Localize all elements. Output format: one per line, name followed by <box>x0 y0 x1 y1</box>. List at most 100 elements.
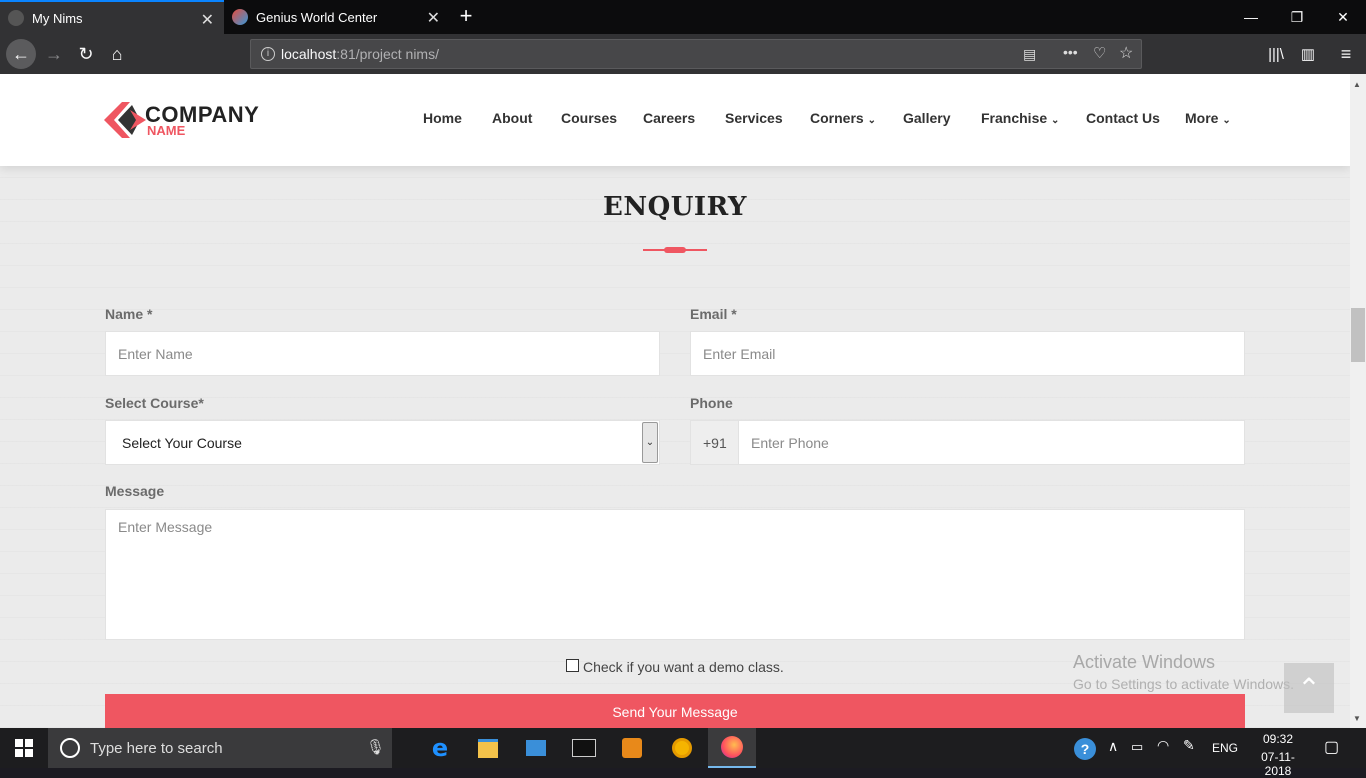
nav-gallery[interactable]: Gallery <box>903 110 950 126</box>
close-icon[interactable]: ✕ <box>201 10 214 30</box>
window-close-icon[interactable]: ✕ <box>1320 0 1366 34</box>
file-explorer-icon[interactable] <box>464 728 512 768</box>
chevron-down-icon[interactable]: ⌄ <box>642 422 658 463</box>
chevron-down-icon: ⌄ <box>867 115 876 126</box>
back-to-top-button[interactable]: ⌃ <box>1284 663 1334 713</box>
demo-checkbox[interactable] <box>566 659 579 672</box>
site-header: COMPANY NAME Home About Courses Careers … <box>0 74 1350 166</box>
url-bar[interactable]: i localhost:81/project nims/ ▤ ••• ♡ ☆ <box>250 39 1142 69</box>
scroll-down-icon[interactable]: ▼ <box>1353 714 1361 723</box>
minimize-icon[interactable]: — <box>1228 0 1274 34</box>
globe-icon <box>8 10 24 26</box>
url-path: :81/project nims/ <box>336 46 439 62</box>
phone-input[interactable]: Enter Phone <box>738 420 1245 465</box>
pocket-icon[interactable]: ♡ <box>1093 44 1106 62</box>
title-divider-dot <box>664 247 686 253</box>
tab-title: Genius World Center <box>256 9 378 25</box>
demo-checkbox-label: Check if you want a demo class. <box>583 659 784 675</box>
menu-hamburger-icon[interactable]: ≡ <box>1332 40 1360 68</box>
terminal-icon[interactable] <box>560 728 608 768</box>
web-page: COMPANY NAME Home About Courses Careers … <box>0 74 1350 728</box>
help-icon[interactable]: ? <box>1074 738 1096 760</box>
phone-label: Phone <box>690 395 733 411</box>
chevron-down-icon: ⌄ <box>1222 115 1231 126</box>
clock-time[interactable]: 09:32 <box>1248 732 1308 746</box>
reload-icon[interactable]: ↻ <box>72 40 100 68</box>
activate-windows-title: Activate Windows <box>1073 652 1216 672</box>
section-title: ENQUIRY <box>603 192 747 222</box>
library-icon[interactable]: |||\ <box>1262 40 1290 68</box>
message-placeholder: Enter Message <box>118 519 213 535</box>
browser-tab-bar: My Nims ✕ Genius World Center ✕ + — ❐ ✕ <box>0 0 1366 34</box>
taskbar-search-placeholder: Type here to search <box>90 739 223 757</box>
nav-franchise[interactable]: Franchise ⌄ <box>981 110 1059 126</box>
email-placeholder: Enter Email <box>703 345 776 362</box>
url-host: localhost <box>281 46 337 62</box>
site-favicon-icon <box>232 9 248 25</box>
nav-corners[interactable]: Corners ⌄ <box>810 110 876 126</box>
home-icon[interactable]: ⌂ <box>103 40 131 68</box>
scrollbar-thumb[interactable] <box>1351 308 1365 362</box>
nav-contact-us[interactable]: Contact Us <box>1086 110 1160 126</box>
tab-genius-world-center[interactable]: Genius World Center ✕ <box>224 0 450 34</box>
pen-icon[interactable]: ✎ <box>1183 737 1195 754</box>
action-center-icon[interactable]: ▢ <box>1324 737 1339 757</box>
course-select[interactable]: Select Your Course ⌄ <box>105 420 660 465</box>
send-message-button[interactable]: Send Your Message <box>105 694 1245 728</box>
nav-courses[interactable]: Courses <box>561 110 617 126</box>
course-selected-value: Select Your Course <box>122 434 242 451</box>
url-text: localhost:81/project nims/ <box>281 46 439 62</box>
taskbar-search-box[interactable]: Type here to search 🎙 <box>48 728 392 768</box>
tab-my-nims[interactable]: My Nims ✕ <box>0 0 224 34</box>
nav-about[interactable]: About <box>492 110 532 126</box>
nav-franchise-label: Franchise <box>981 110 1048 126</box>
message-textarea[interactable]: Enter Message <box>105 509 1245 640</box>
clock-date[interactable]: 07-11-2018 <box>1248 750 1308 778</box>
email-label: Email * <box>690 306 737 322</box>
activate-windows-subtitle: Go to Settings to activate Windows. <box>1073 676 1294 692</box>
chevron-down-icon: ⌄ <box>1051 115 1060 126</box>
course-label: Select Course* <box>105 395 204 411</box>
restore-icon[interactable]: ❐ <box>1274 0 1320 34</box>
nav-home[interactable]: Home <box>423 110 462 126</box>
phone-prefix: +91 <box>690 420 739 465</box>
chevron-up-icon: ⌃ <box>1297 672 1321 704</box>
company-logo-icon[interactable] <box>104 100 146 140</box>
new-tab-plus-icon[interactable]: + <box>452 2 480 30</box>
nav-more-label: More <box>1185 110 1219 126</box>
tab-title: My Nims <box>32 10 83 26</box>
nav-careers[interactable]: Careers <box>643 110 695 126</box>
page-actions-icon[interactable]: ••• <box>1063 44 1078 60</box>
battery-icon[interactable]: ▭ <box>1131 739 1143 755</box>
name-label: Name * <box>105 306 153 322</box>
forward-arrow-icon[interactable]: → <box>40 40 68 68</box>
scroll-up-icon[interactable]: ▲ <box>1353 80 1361 89</box>
name-input[interactable]: Enter Name <box>105 331 660 376</box>
computer-icon[interactable] <box>512 728 560 768</box>
reader-view-icon[interactable]: ▤ <box>1023 46 1036 63</box>
close-icon[interactable]: ✕ <box>427 8 440 28</box>
edge-icon[interactable]: e <box>416 728 464 768</box>
chrome-canary-icon[interactable] <box>658 728 706 768</box>
microphone-icon[interactable]: 🎙 <box>366 738 385 756</box>
wifi-icon[interactable]: ◠ <box>1157 737 1169 754</box>
firefox-icon[interactable] <box>708 728 756 768</box>
email-input[interactable]: Enter Email <box>690 331 1245 376</box>
chevron-up-icon[interactable]: ∧ <box>1108 738 1118 755</box>
nav-more[interactable]: More ⌄ <box>1185 110 1231 126</box>
back-arrow-icon[interactable]: ← <box>6 39 36 69</box>
cortana-icon <box>60 738 80 758</box>
sidebar-icon[interactable]: ▥ <box>1294 40 1322 68</box>
nav-services[interactable]: Services <box>725 110 783 126</box>
page-scrollbar[interactable]: ▲ ▼ <box>1350 74 1366 728</box>
sublime-text-icon[interactable] <box>608 728 656 768</box>
logo-name: NAME <box>147 123 186 138</box>
message-label: Message <box>105 483 165 499</box>
info-icon[interactable]: i <box>261 47 275 61</box>
language-indicator[interactable]: ENG <box>1212 741 1238 755</box>
send-message-label: Send Your Message <box>612 704 738 720</box>
phone-prefix-text: +91 <box>703 434 727 451</box>
name-placeholder: Enter Name <box>118 345 193 362</box>
windows-start-icon[interactable] <box>0 728 48 768</box>
bookmark-star-icon[interactable]: ☆ <box>1119 43 1133 63</box>
